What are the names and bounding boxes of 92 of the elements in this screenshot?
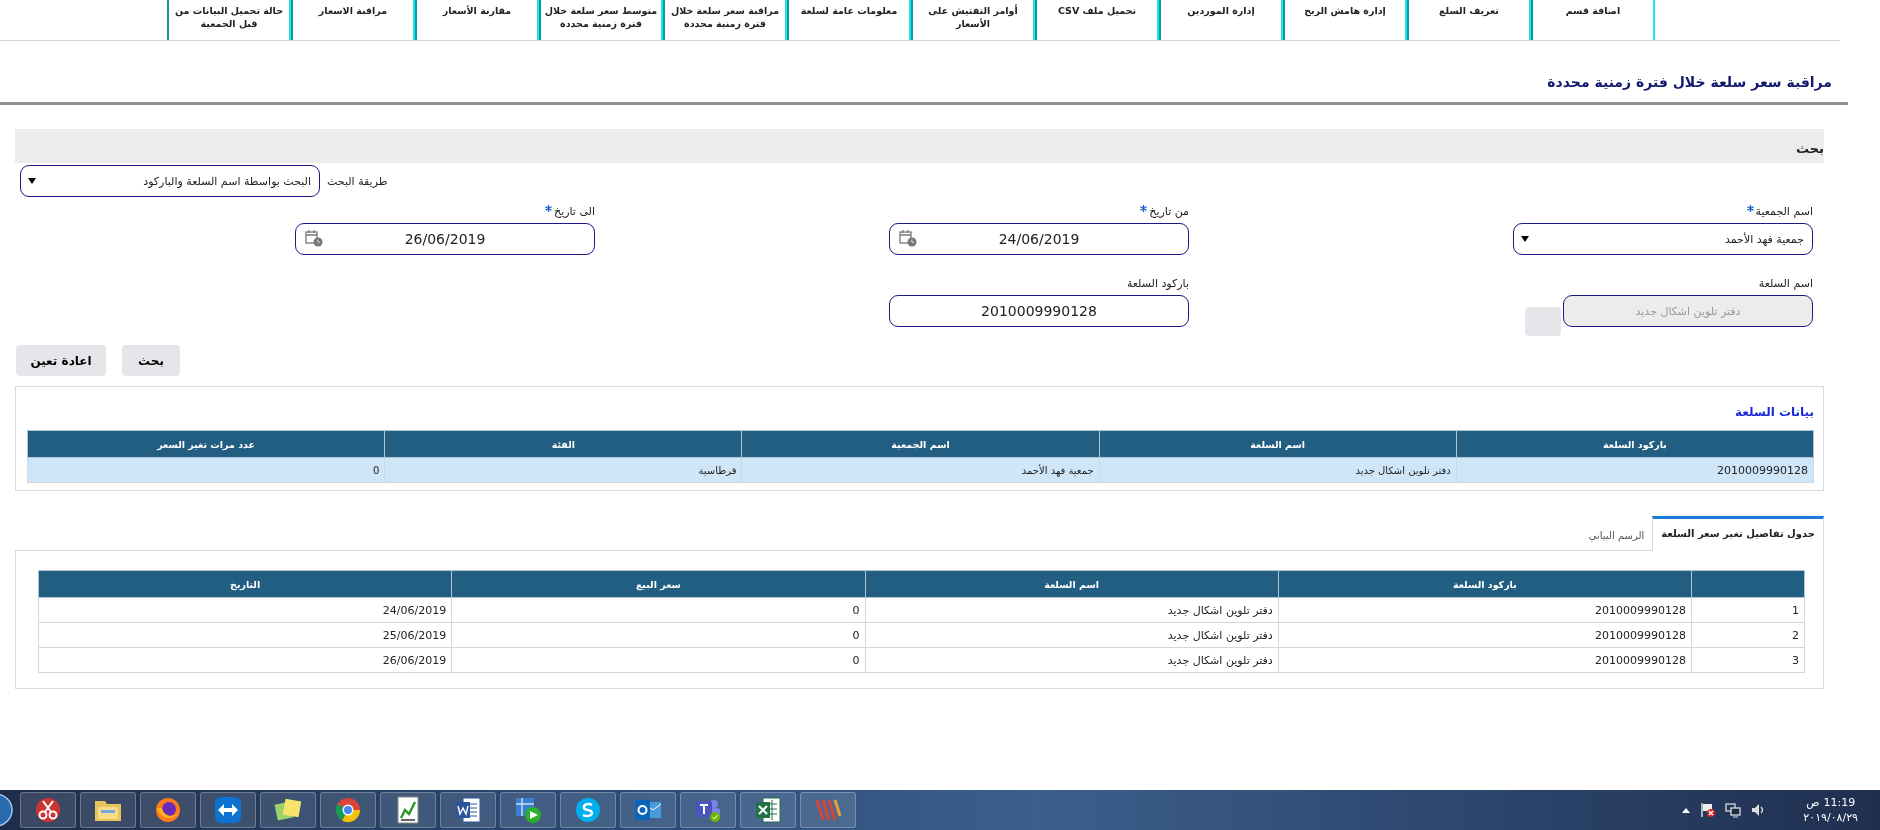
- field-label: اسم السلعة: [1758, 277, 1813, 290]
- flag-icon[interactable]: [1700, 802, 1717, 818]
- nav-tab[interactable]: اضافة قسم: [1531, 0, 1655, 40]
- column-header: الفئة: [384, 430, 742, 458]
- taskbar-button[interactable]: [740, 792, 796, 828]
- column-header: باركود السلعة: [1278, 570, 1692, 598]
- arrows-icon: [214, 796, 242, 824]
- taskbar-button[interactable]: [260, 792, 316, 828]
- nav-tab[interactable]: تحميل ملف CSV: [1035, 0, 1159, 40]
- table-cell: 26/06/2019: [38, 647, 452, 673]
- page-title: مراقبة سعر سلعة خلال فترة زمنية محددة: [1547, 74, 1832, 90]
- tab[interactable]: الرسم البياني: [1580, 521, 1653, 551]
- taskbar-button[interactable]: [320, 792, 376, 828]
- table-cell: 0: [451, 597, 865, 623]
- play-icon: [514, 796, 542, 824]
- nav-tab[interactable]: إدارة هامش الربح: [1283, 0, 1407, 40]
- section-header: بحث: [15, 129, 1824, 163]
- browser-icon: [334, 796, 362, 824]
- action-button[interactable]: بحث: [122, 345, 180, 376]
- nav-tab[interactable]: حالة تحميل البيانات من قبل الجمعية: [167, 0, 291, 40]
- clock-date: ٢٠١٩/٠٨/٢٩: [1803, 810, 1858, 825]
- column-header: عدد مرات تغير السعر: [27, 430, 385, 458]
- field-label: من تاريخ: [1149, 205, 1189, 218]
- nav-tab[interactable]: متوسط سعر سلعة خلال فترة زمنية محددة: [539, 0, 663, 40]
- table-cell: 2010009990128: [1278, 597, 1692, 623]
- table-cell: دفتر تلوين اشكال جديد: [1099, 457, 1457, 483]
- column-header: التاريخ: [38, 570, 452, 598]
- taskbar-button[interactable]: [140, 792, 196, 828]
- table-cell: 0: [451, 647, 865, 673]
- column-header: اسم السلعة: [1099, 430, 1457, 458]
- date-field[interactable]: 24/06/2019: [889, 223, 1189, 255]
- taskbar-button[interactable]: [80, 792, 136, 828]
- action-button[interactable]: اعادة تعين: [16, 345, 106, 376]
- column-header: سعر البيع: [451, 570, 865, 598]
- clock-period: ص: [1806, 795, 1820, 810]
- table-cell: 0: [27, 457, 385, 483]
- taskbar-button[interactable]: [620, 792, 676, 828]
- notes-icon: [274, 797, 302, 823]
- table-cell: دفتر تلوين اشكال جديد: [865, 622, 1279, 648]
- field-label: طريقة البحث: [327, 174, 388, 188]
- nav-tab[interactable]: مقارنة الأسعار: [415, 0, 539, 40]
- browser-icon: [154, 796, 182, 824]
- calendar-icon[interactable]: [305, 230, 323, 247]
- table-cell: 2010009990128: [1278, 622, 1692, 648]
- field-label: باركود السلعة: [1126, 277, 1189, 290]
- nav-tab[interactable]: معلومات عامة لسلعة: [787, 0, 911, 40]
- table-cell: قرطاسية: [384, 457, 742, 483]
- nav-tab[interactable]: تعريف السلع: [1407, 0, 1531, 40]
- clock-time: 11:19: [1823, 795, 1856, 810]
- table-cell: 2010009990128: [1278, 647, 1692, 673]
- scissors-icon: [34, 796, 62, 824]
- dropdown-field[interactable]: البحث بواسطة اسم السلعة والباركود: [20, 165, 320, 197]
- table-cell: 1: [1691, 597, 1805, 623]
- chat-icon: [574, 796, 602, 824]
- text-field[interactable]: 2010009990128: [889, 295, 1189, 327]
- table-cell: 3: [1691, 647, 1805, 673]
- column-header: اسم الجمعية: [741, 430, 1100, 458]
- table-cell: 2010009990128: [1456, 457, 1814, 483]
- spreadsheet-icon: [754, 796, 782, 824]
- taskbar-button[interactable]: [20, 792, 76, 828]
- calendar-icon[interactable]: [899, 230, 917, 247]
- table-cell: 24/06/2019: [38, 597, 452, 623]
- table-cell: دفتر تلوين اشكال جديد: [865, 597, 1279, 623]
- table-cell: 2: [1691, 622, 1805, 648]
- network-icon[interactable]: [1725, 802, 1742, 818]
- taskbar-button[interactable]: [560, 792, 616, 828]
- chevron-up-icon[interactable]: [1681, 806, 1692, 814]
- taskbar-button[interactable]: [200, 792, 256, 828]
- chart-icon: [395, 796, 421, 824]
- table-cell: 25/06/2019: [38, 622, 452, 648]
- dropdown-field[interactable]: جمعية فهد الأحمد: [1513, 223, 1813, 255]
- date-field[interactable]: 26/06/2019: [295, 223, 595, 255]
- column-header: باركود السلعة: [1456, 430, 1814, 458]
- nav-tab[interactable]: مراقبة سعر سلعة خلال فترة زمنية محددة: [663, 0, 787, 40]
- table-cell: دفتر تلوين اشكال جديد: [865, 647, 1279, 673]
- document-icon: [454, 796, 482, 824]
- nav-tab[interactable]: أوامر التفتيش على الأسعار: [911, 0, 1035, 40]
- nav-tab[interactable]: إدارة الموردين: [1159, 0, 1283, 40]
- table-cell: 0: [451, 622, 865, 648]
- taskbar-button[interactable]: [380, 792, 436, 828]
- section-title: بيانات السلعة: [1735, 405, 1814, 419]
- caret-icon: [1521, 236, 1529, 242]
- caret-icon: [28, 178, 36, 184]
- field-label: اسم الجمعية: [1755, 205, 1813, 218]
- field-label: الى تاريخ: [554, 205, 595, 218]
- nav-tab[interactable]: مراقبة الاسعار: [291, 0, 415, 40]
- taskbar-button[interactable]: [500, 792, 556, 828]
- column-header: اسم السلعة: [865, 570, 1279, 598]
- taskbar-button[interactable]: [440, 792, 496, 828]
- tab[interactable]: جدول تفاصيل تغير سعر السلعة: [1652, 516, 1824, 551]
- table-cell: جمعية فهد الأحمد: [741, 457, 1100, 483]
- start-icon[interactable]: [0, 793, 14, 827]
